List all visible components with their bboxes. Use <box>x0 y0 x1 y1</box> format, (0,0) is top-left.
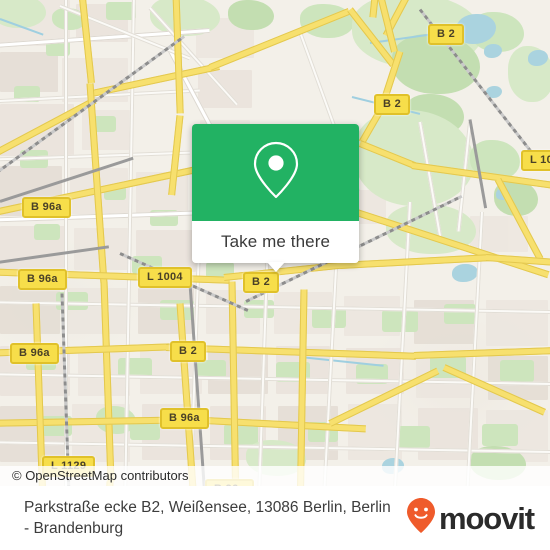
page-footer: Parkstraße ecke B2, Weißensee, 13086 Ber… <box>0 486 550 550</box>
location-pin-icon <box>250 139 302 206</box>
map-popup-card[interactable]: Take me there <box>192 124 359 272</box>
popup-pointer-tail <box>266 262 285 272</box>
moovit-pin-icon <box>406 497 436 540</box>
road-shield: B 96a <box>22 197 71 218</box>
road-shield: B 96a <box>10 343 59 364</box>
road-shield: L 100 <box>521 150 550 171</box>
popup-footer[interactable]: Take me there <box>192 221 359 272</box>
address-label: Parkstraße ecke B2, Weißensee, 13086 Ber… <box>24 499 391 537</box>
moovit-map-page: B 2 B 2 L 100 B 96a B 96a L 1004 B 2 B 96a B 2 B … <box>0 0 550 550</box>
moovit-wordmark: moovit <box>438 500 535 536</box>
road-shield: B 2 <box>243 272 280 293</box>
road-shield: B 2 <box>428 24 465 45</box>
road-shield: B 2 <box>170 341 207 362</box>
popup-header <box>192 124 359 221</box>
road-shield: B 96a <box>160 408 209 429</box>
road-shield: B 2 <box>374 94 411 115</box>
road-shield: B 96a <box>18 269 67 290</box>
moovit-logo[interactable]: moovit <box>406 497 542 540</box>
road-shield: L 1004 <box>138 267 192 288</box>
take-me-there-button[interactable]: Take me there <box>221 232 330 252</box>
openstreetmap-attribution[interactable]: © OpenStreetMap contributors <box>0 466 550 486</box>
